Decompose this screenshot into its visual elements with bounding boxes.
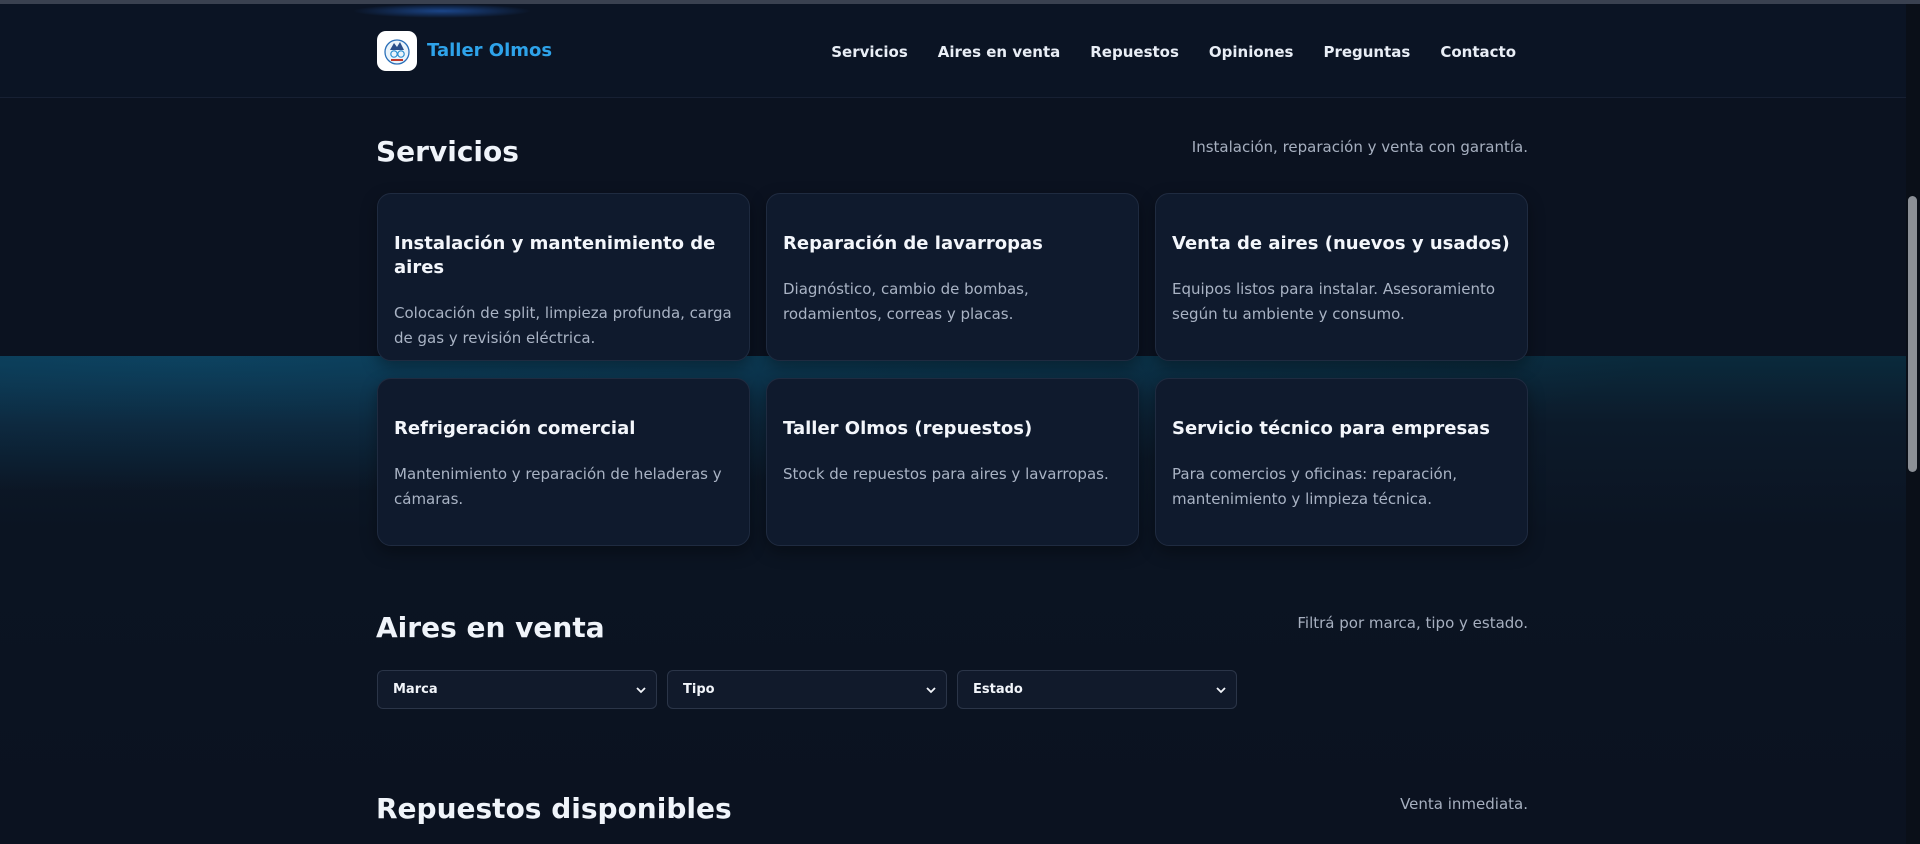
service-card-desc: Para comercios y oficinas: reparación, m… xyxy=(1172,465,1457,508)
service-card: Reparación de lavarropas Diagnóstico, ca… xyxy=(766,193,1139,361)
service-card: Refrigeración comercial Mantenimiento y … xyxy=(377,378,750,546)
brand-name[interactable]: Taller Olmos xyxy=(427,40,552,61)
chevron-down-icon xyxy=(1216,687,1226,694)
repuestos-subtitle: Venta inmediata. xyxy=(1400,795,1528,813)
service-card-title: Servicio técnico para empresas xyxy=(1172,418,1491,439)
nav-contacto[interactable]: Contacto xyxy=(1440,43,1516,61)
chevron-down-icon xyxy=(636,687,646,694)
aires-subtitle: Filtrá por marca, tipo y estado. xyxy=(1297,614,1528,632)
tipo-select[interactable]: Tipo xyxy=(667,670,947,709)
aires-title: Aires en venta xyxy=(376,611,605,644)
service-card: Servicio técnico para empresas Para come… xyxy=(1155,378,1528,546)
servicios-title: Servicios xyxy=(376,135,519,168)
nav-preguntas[interactable]: Preguntas xyxy=(1323,43,1410,61)
scrollbar-thumb[interactable] xyxy=(1908,196,1917,472)
tipo-select-value: Tipo xyxy=(683,682,715,697)
estado-select[interactable]: Estado xyxy=(957,670,1237,709)
estado-select-value: Estado xyxy=(973,682,1023,697)
site-header: Taller Olmos Servicios Aires en venta Re… xyxy=(0,4,1906,98)
service-card: Taller Olmos (repuestos) Stock de repues… xyxy=(766,378,1139,546)
service-card-desc: Stock de repuestos para aires y lavarrop… xyxy=(783,465,1109,483)
nav-opiniones[interactable]: Opiniones xyxy=(1209,43,1294,61)
repuestos-title: Repuestos disponibles xyxy=(376,792,732,825)
nav-repuestos[interactable]: Repuestos xyxy=(1090,43,1179,61)
service-card-desc: Colocación de split, limpieza profunda, … xyxy=(394,304,732,347)
service-card-title: Venta de aires (nuevos y usados) xyxy=(1172,233,1510,254)
service-card-title: Taller Olmos (repuestos) xyxy=(783,418,1033,439)
chevron-down-icon xyxy=(926,687,936,694)
marca-select[interactable]: Marca xyxy=(377,670,657,709)
service-card: Venta de aires (nuevos y usados) Equipos… xyxy=(1155,193,1528,361)
service-card-title: Refrigeración comercial xyxy=(394,418,636,439)
service-card-desc: Equipos listos para instalar. Asesoramie… xyxy=(1172,280,1496,323)
servicios-subtitle: Instalación, reparación y venta con gara… xyxy=(1191,138,1528,156)
nav-servicios[interactable]: Servicios xyxy=(831,43,908,61)
header-glow xyxy=(352,4,532,18)
service-card-desc: Mantenimiento y reparación de heladeras … xyxy=(394,465,722,508)
service-card: Instalación y mantenimiento de aires Col… xyxy=(377,193,750,361)
nav-aires-en-venta[interactable]: Aires en venta xyxy=(938,43,1060,61)
marca-select-value: Marca xyxy=(393,682,438,697)
main-nav: Servicios Aires en venta Repuestos Opini… xyxy=(801,43,1516,61)
service-card-desc: Diagnóstico, cambio de bombas, rodamient… xyxy=(783,280,1029,323)
taller-olmos-logo-icon[interactable] xyxy=(377,31,417,71)
service-card-title: Instalación y mantenimiento de aires xyxy=(394,233,716,278)
service-card-title: Reparación de lavarropas xyxy=(783,233,1043,254)
